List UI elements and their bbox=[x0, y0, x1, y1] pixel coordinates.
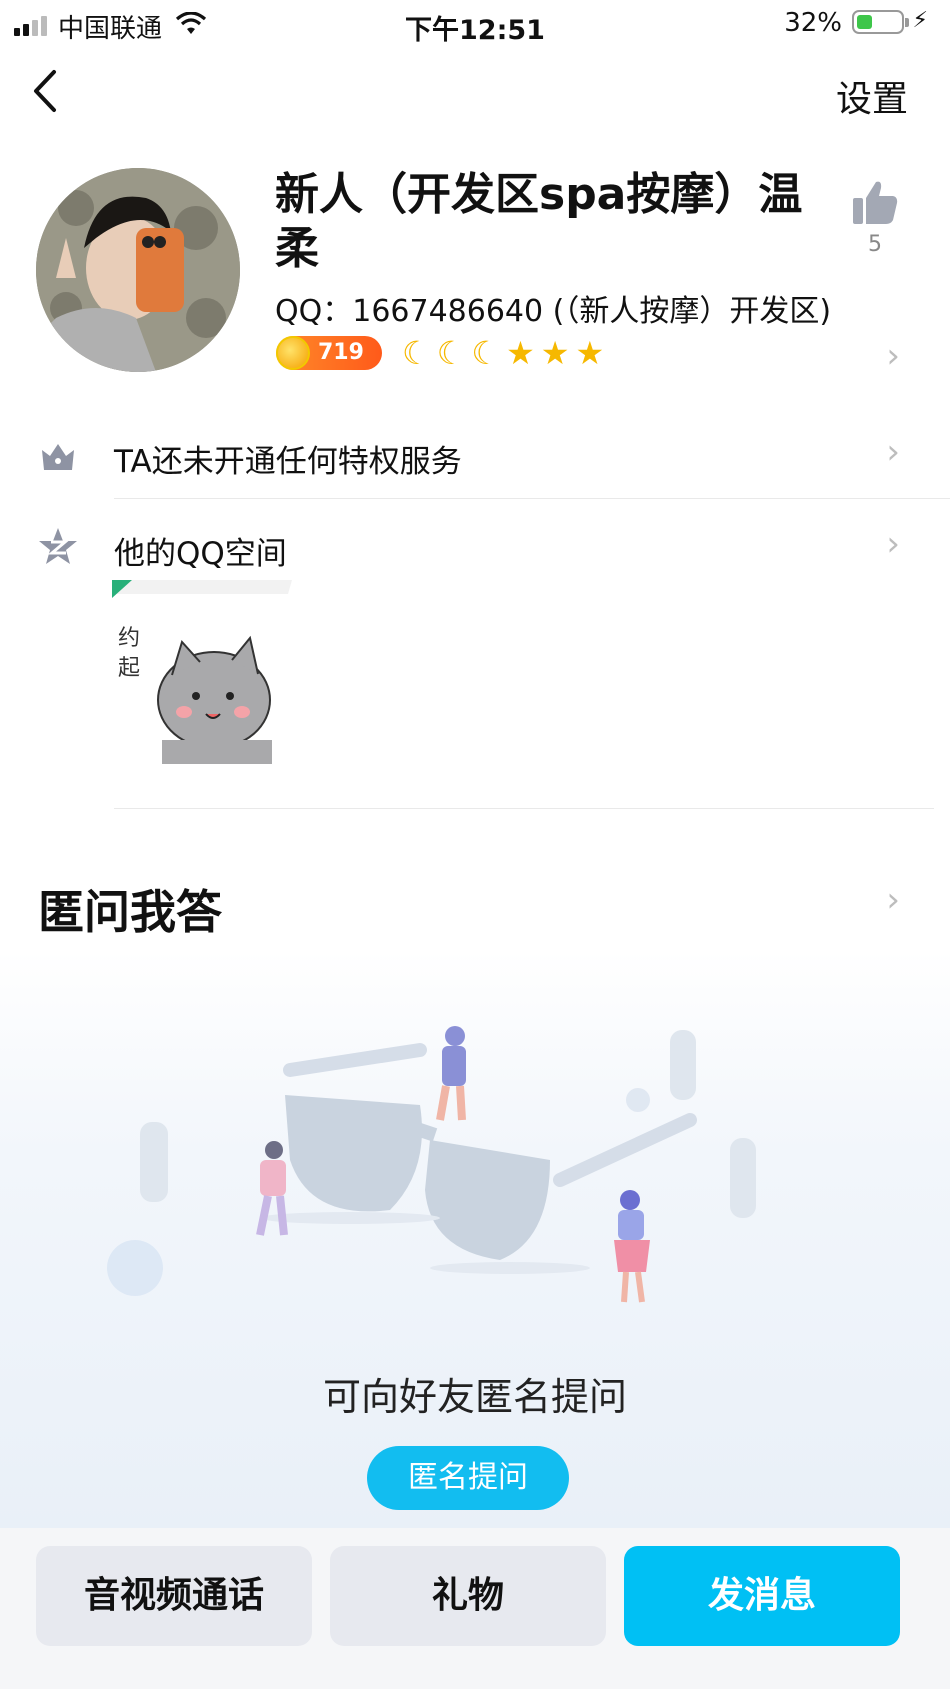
battery-percent: 32% bbox=[784, 8, 842, 38]
crown-icon bbox=[42, 444, 74, 470]
qa-empty-text: 可向好友匿名提问 bbox=[322, 1375, 627, 1419]
settings-button[interactable]: 设置 bbox=[836, 70, 908, 122]
empty-state-illustration bbox=[107, 1026, 756, 1303]
gift-button[interactable]: 礼物 bbox=[330, 1546, 606, 1646]
star-icon: ★ bbox=[506, 334, 535, 372]
qzone-label: 他的QQ空间 bbox=[114, 536, 287, 572]
level-value: 719 bbox=[318, 340, 364, 365]
coin-icon bbox=[276, 336, 310, 370]
avatar[interactable] bbox=[36, 168, 240, 372]
status-bar: 中国联通 下午12:51 32% ⚡ bbox=[0, 0, 950, 50]
moon-icon: ☾ bbox=[402, 334, 431, 372]
video-call-button[interactable]: 音视频通话 bbox=[36, 1546, 312, 1646]
anonymous-ask-button[interactable]: 匿名提问 bbox=[367, 1446, 569, 1510]
chevron-right-icon[interactable]: › bbox=[886, 336, 900, 376]
battery-icon bbox=[852, 10, 909, 34]
like-button[interactable] bbox=[850, 178, 900, 232]
moon-icon: ☾ bbox=[436, 334, 466, 372]
chevron-right-icon: › bbox=[886, 432, 900, 472]
privilege-row[interactable]: TA还未开通任何特权服务 › bbox=[0, 418, 950, 498]
qzone-row[interactable]: 他的QQ空间 › bbox=[0, 510, 950, 590]
star-icon: ★ bbox=[540, 334, 570, 372]
moon-icon: ☾ bbox=[471, 334, 501, 372]
level-badge: 719 bbox=[276, 336, 382, 370]
privilege-label: TA还未开通任何特权服务 bbox=[114, 444, 462, 480]
thumbs-up-icon bbox=[853, 181, 898, 224]
star-icon: ★ bbox=[575, 334, 605, 372]
sticker-text: 约 bbox=[118, 626, 141, 651]
qzone-photo-thumbnail[interactable]: 约 起 bbox=[112, 580, 294, 764]
back-button[interactable] bbox=[30, 60, 70, 120]
chevron-left-icon bbox=[34, 70, 56, 112]
divider bbox=[114, 808, 934, 809]
qa-section-title: 匿问我答 bbox=[38, 885, 222, 939]
level-icons: ☾ ☾ ☾ ★ ★ ★ bbox=[402, 334, 604, 372]
chevron-right-icon[interactable]: › bbox=[886, 880, 900, 920]
like-count: 5 bbox=[868, 232, 882, 257]
charging-icon: ⚡ bbox=[912, 8, 928, 33]
qq-number: QQ：1667486640 (（新人按摩）开发区) bbox=[275, 294, 832, 329]
qzone-star-icon bbox=[39, 528, 77, 564]
send-message-button[interactable]: 发消息 bbox=[624, 1546, 900, 1646]
chevron-right-icon: › bbox=[886, 524, 900, 564]
divider bbox=[114, 498, 950, 499]
nickname: 新人（开发区spa按摩）温柔 bbox=[275, 169, 803, 274]
sticker-text: 起 bbox=[118, 656, 141, 681]
